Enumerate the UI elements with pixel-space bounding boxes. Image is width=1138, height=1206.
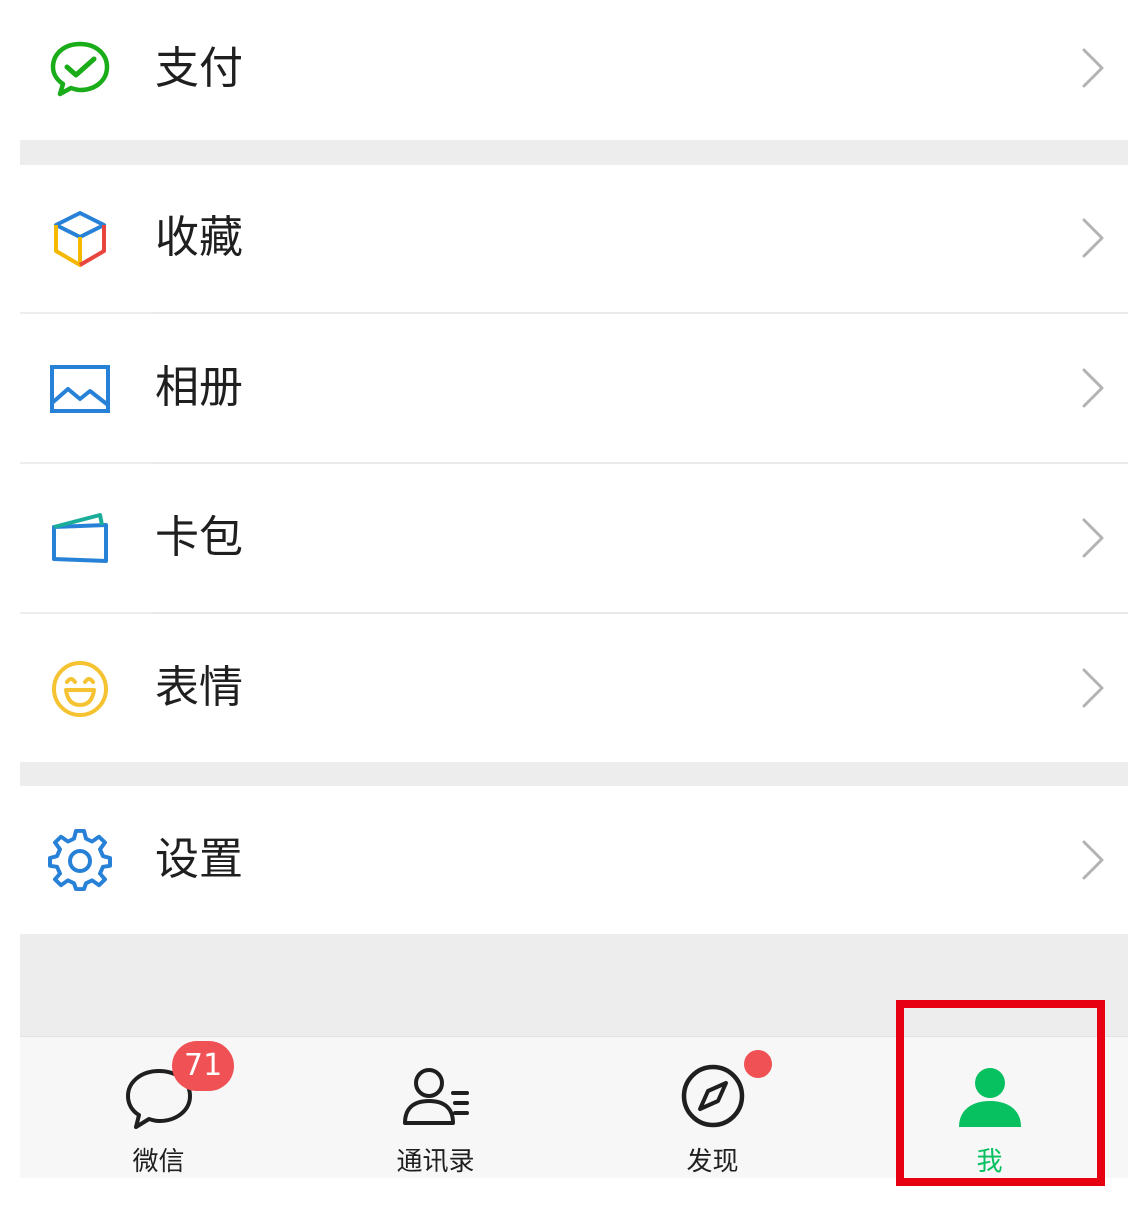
chevron-right-icon	[1078, 216, 1108, 260]
tab-discover[interactable]: 发现	[574, 1037, 851, 1178]
chevron-right-icon	[1078, 666, 1108, 710]
menu-item-card-wallet[interactable]: 卡包	[20, 464, 1128, 612]
unread-count-badge: 71	[172, 1041, 235, 1091]
chevron-right-icon	[1078, 838, 1108, 882]
menu-item-settings[interactable]: 设置	[20, 786, 1128, 934]
tab-label: 微信	[132, 1147, 185, 1177]
tab-chats[interactable]: 71 微信	[20, 1037, 297, 1178]
menu-item-label: 表情	[155, 662, 243, 713]
chevron-right-icon	[1078, 366, 1108, 410]
menu-item-label: 设置	[155, 834, 243, 885]
menu-item-stickers[interactable]: 表情	[20, 614, 1128, 762]
favorites-cube-icon	[48, 207, 112, 271]
chevron-right-icon	[1078, 46, 1108, 90]
new-content-dot	[741, 1047, 775, 1081]
contacts-icon	[399, 1059, 473, 1133]
menu-item-album[interactable]: 相册	[20, 314, 1128, 462]
chevron-right-icon	[1078, 516, 1108, 560]
wechat-pay-icon	[48, 36, 112, 100]
card-wallet-icon	[48, 507, 112, 571]
menu-item-label: 支付	[155, 43, 243, 94]
annotation-highlight-box	[896, 1000, 1105, 1186]
menu-item-label: 收藏	[155, 212, 243, 263]
menu-item-pay[interactable]: 支付	[20, 0, 1128, 140]
menu-item-favorites[interactable]: 收藏	[20, 165, 1128, 312]
tab-label: 发现	[686, 1147, 739, 1177]
tab-contacts[interactable]: 通讯录	[297, 1037, 574, 1178]
compass-icon	[676, 1059, 750, 1133]
menu-item-label: 相册	[155, 362, 243, 413]
sticker-smile-icon	[48, 657, 112, 721]
album-picture-icon	[48, 357, 112, 421]
menu-item-label: 卡包	[155, 512, 243, 563]
tab-label: 通讯录	[396, 1147, 475, 1177]
settings-gear-icon	[48, 829, 112, 893]
